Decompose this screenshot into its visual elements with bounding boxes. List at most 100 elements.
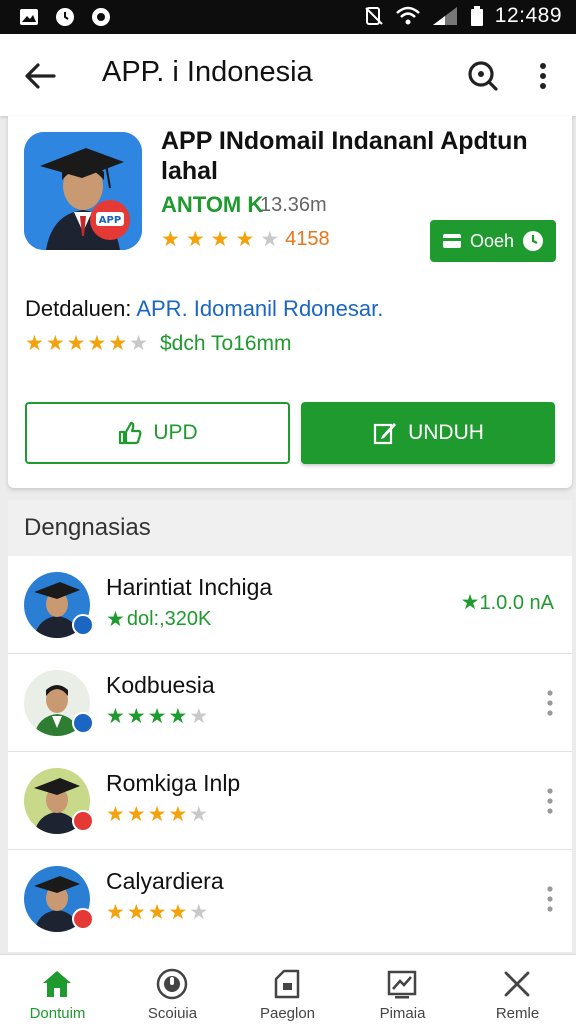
list-item[interactable]: Calyardiera ★ ★ ★ ★ ★	[8, 850, 572, 948]
star-icon: ★	[147, 901, 167, 924]
list-item-rating-text: 1.0.0 nA	[479, 592, 554, 614]
mic-search-icon	[156, 968, 188, 1000]
nav-item-home[interactable]: Dontuim	[0, 955, 115, 1024]
search-icon[interactable]	[462, 56, 502, 96]
update-button-label: UPD	[153, 421, 198, 444]
section-header: Dengnasias	[8, 500, 572, 556]
star-icon: ★	[168, 803, 188, 826]
nfc-mute-icon	[365, 7, 383, 25]
signal-icon	[432, 7, 457, 25]
card-icon	[442, 234, 461, 248]
star-icon: ★	[87, 332, 107, 355]
home-icon	[43, 971, 71, 997]
nav-item-image[interactable]: Pimaia	[345, 955, 460, 1024]
list-item-sub-text: dol:,320K	[126, 608, 212, 630]
lock-icon	[274, 969, 300, 999]
section-title: Dengnasias	[24, 514, 151, 541]
star-icon: ★	[106, 803, 125, 826]
list-item[interactable]: Harintiat Inchiga ★ dol:,320K ★1.0.0 nA	[8, 556, 572, 654]
list-item-name: Romkiga Inlp	[106, 770, 241, 796]
clock-icon	[56, 8, 74, 26]
battery-icon	[470, 6, 483, 26]
list-item-stars: ★ ★ ★ ★ ★	[106, 804, 208, 826]
user-list-section: Dengnasias Harintiat Inchiga ★ dol:,320K…	[8, 500, 572, 952]
star-icon: ★	[106, 607, 125, 631]
app-name: APP INdomail Indananl Apdtun lahal	[161, 127, 528, 185]
star-icon: ★	[147, 803, 167, 826]
verified-badge-icon	[72, 712, 94, 734]
list-item[interactable]: Kodbuesia ★ ★ ★ ★ ★	[8, 654, 572, 752]
star-icon: ★	[460, 591, 480, 614]
star-icon: ★	[108, 332, 128, 355]
star-icon: ★	[185, 227, 205, 251]
star-icon: ★	[126, 705, 146, 728]
star-icon: ★	[106, 705, 125, 728]
star-icon: ★	[126, 803, 146, 826]
app-bar: APP. i Indonesia	[0, 34, 576, 116]
star-icon: ★	[210, 227, 230, 251]
star-icon: ★	[45, 332, 65, 355]
star-icon: ★	[66, 332, 86, 355]
developer-name[interactable]: ANTOM K	[161, 192, 263, 218]
download-button[interactable]: UNDUH	[301, 402, 555, 464]
verified-badge-icon	[72, 614, 94, 636]
star-icon: ★	[106, 901, 125, 924]
detail-rating-text: $dch To16mm	[159, 332, 292, 355]
star-icon: ★	[161, 227, 180, 251]
more-vert-icon[interactable]	[528, 56, 558, 96]
download-button-label: UNDUH	[408, 421, 484, 444]
star-empty-icon: ★	[189, 705, 209, 728]
more-vert-icon[interactable]	[544, 884, 556, 914]
more-vert-icon[interactable]	[544, 688, 556, 718]
status-pill-button[interactable]: Ooeh	[430, 220, 556, 262]
list-item-sub: ★ dol:,320K	[106, 608, 211, 631]
record-icon	[92, 8, 110, 26]
list-item-stars: ★ ★ ★ ★ ★	[106, 706, 208, 728]
status-bar: 12:489	[0, 0, 576, 34]
star-icon: ★	[168, 705, 188, 728]
status-badge-icon	[72, 908, 94, 930]
detail-link[interactable]: APR. Idomanil Rdonesar.	[136, 296, 383, 321]
rating-count: 4158	[285, 228, 330, 250]
star-empty-icon: ★	[189, 803, 209, 826]
star-empty-icon: ★	[260, 227, 280, 251]
bottom-navigation: Dontuim Scoiuia Paeglon Pimaia Remle	[0, 954, 576, 1024]
nav-label: Remle	[495, 1005, 540, 1022]
nav-label: Paeglon	[259, 1005, 316, 1022]
list-item-name: Kodbuesia	[106, 672, 215, 698]
nav-item-page[interactable]: Paeglon	[230, 955, 345, 1024]
thumb-up-icon	[119, 421, 142, 445]
wifi-icon	[395, 6, 420, 25]
edit-note-icon	[373, 423, 397, 445]
nav-item-close[interactable]: Remle	[460, 955, 575, 1024]
update-button[interactable]: UPD	[25, 402, 290, 464]
gallery-icon	[20, 9, 38, 25]
nav-item-search[interactable]: Scoiuia	[115, 955, 230, 1024]
status-pill-label: Ooeh	[469, 230, 515, 251]
list-item-name: Calyardiera	[106, 868, 224, 894]
star-empty-icon: ★	[189, 901, 209, 924]
detail-line: Detdaluen: APR. Idomanil Rdonesar.	[25, 296, 383, 322]
star-empty-icon: ★	[129, 332, 148, 355]
image-icon	[387, 970, 417, 999]
list-item[interactable]: Romkiga Inlp ★ ★ ★ ★ ★	[8, 752, 572, 850]
app-icon-image: APP	[24, 132, 142, 250]
app-detail-card: APP APP INdomail Indananl Apdtun lahal A…	[8, 116, 572, 488]
list-item-stars: ★ ★ ★ ★ ★	[106, 902, 208, 924]
nav-label: Dontuim	[29, 1005, 86, 1022]
nav-label: Scoiuia	[147, 1005, 198, 1022]
app-size: 13.36m	[260, 194, 327, 216]
nav-label: Pimaia	[379, 1005, 426, 1022]
list-item-rating: ★1.0.0 nA	[461, 592, 554, 615]
app-icon[interactable]: APP	[24, 132, 142, 250]
star-icon: ★	[25, 332, 44, 355]
back-arrow-icon[interactable]	[20, 56, 60, 96]
star-icon: ★	[126, 901, 146, 924]
more-vert-icon[interactable]	[544, 786, 556, 816]
star-icon: ★	[235, 227, 255, 251]
detail-rating-row: ★ ★ ★ ★ ★ ★ $dch To16mm	[25, 332, 292, 356]
svg-text:APP: APP	[99, 215, 121, 226]
close-icon	[504, 971, 530, 997]
detail-label: Detdaluen:	[25, 296, 132, 321]
status-badge-icon	[72, 810, 94, 832]
